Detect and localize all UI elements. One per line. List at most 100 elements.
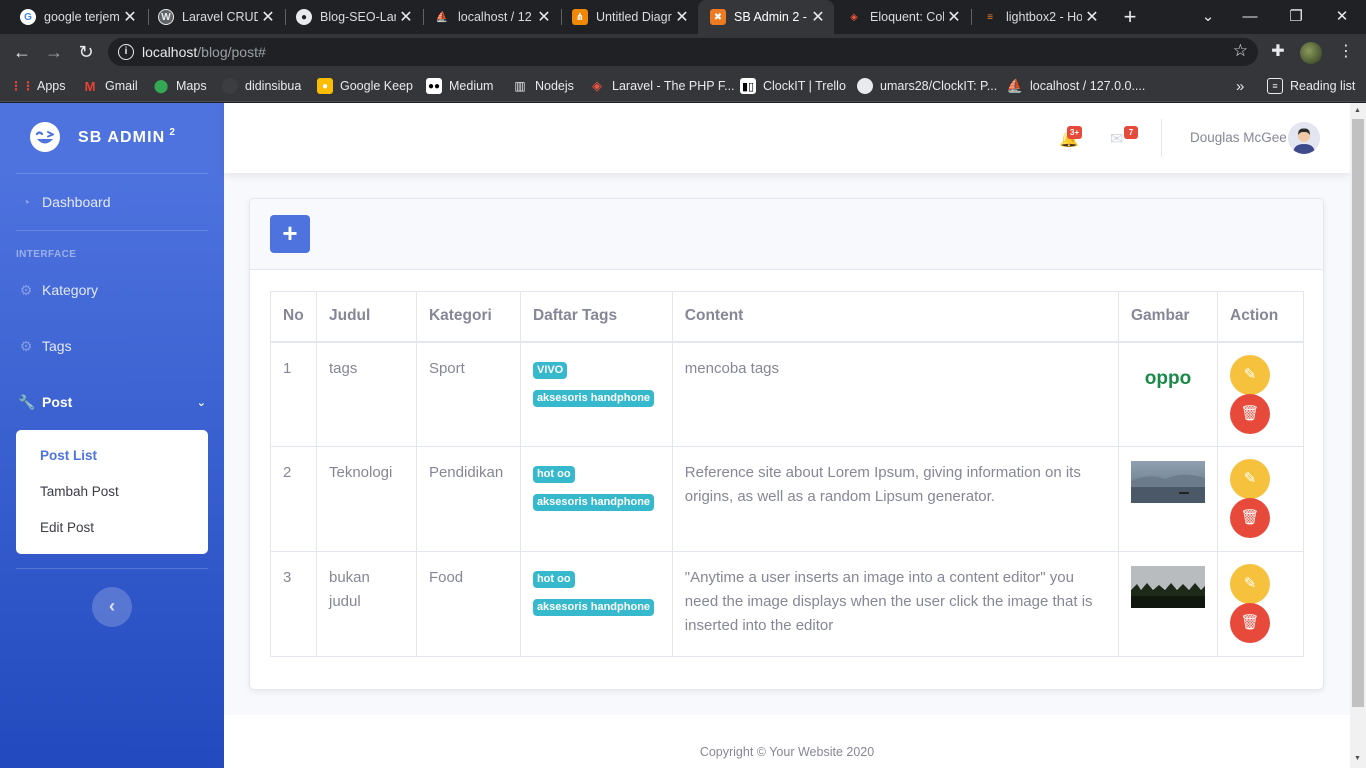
tag-badge: aksesoris handphone xyxy=(532,599,655,616)
bookmark-gmail[interactable]: M Gmail xyxy=(82,76,138,96)
close-window-button[interactable]: ✕ xyxy=(1322,4,1362,30)
submenu-edit-post[interactable]: Edit Post xyxy=(16,510,208,546)
sidebar-item-tags[interactable]: ⚙ Tags xyxy=(0,326,224,366)
browser-tab-active[interactable]: ✖ SB Admin 2 - ✕ xyxy=(698,0,834,34)
cell-kategori: Pendidikan xyxy=(415,446,521,552)
close-tab-icon[interactable]: ✕ xyxy=(672,7,692,27)
close-tab-icon[interactable]: ✕ xyxy=(808,7,828,27)
tag-badge: hot oo xyxy=(532,466,575,483)
close-tab-icon[interactable]: ✕ xyxy=(120,7,140,27)
browser-tab[interactable]: ⋔ Untitled Diagr ✕ xyxy=(560,0,698,34)
tachometer-icon: ◔ xyxy=(21,194,31,210)
close-tab-icon[interactable]: ✕ xyxy=(396,7,416,27)
post-list-card: + No Judul Kategori Daftar Tags Content … xyxy=(249,198,1324,690)
wordpress-icon: W xyxy=(158,9,174,25)
user-name[interactable]: Douglas McGee xyxy=(1190,130,1287,145)
submenu-tambah-post[interactable]: Tambah Post xyxy=(16,474,208,510)
edit-button[interactable]: ✎ xyxy=(1230,459,1270,499)
sidebar-item-dashboard[interactable]: ◔ Dashboard xyxy=(0,182,224,222)
restore-button[interactable]: ❐ xyxy=(1276,4,1316,30)
table-row: 2 Teknologi Pendidikan hot oo aksesoris … xyxy=(270,446,1304,552)
reading-list[interactable]: ≡ Reading list xyxy=(1267,76,1355,96)
cog-icon: ⚙ xyxy=(19,281,33,298)
tag-badge: aksesoris handphone xyxy=(532,494,655,511)
laravel-icon: ◈ xyxy=(592,78,602,93)
browser-tab[interactable]: ≡ lightbox2 - Ho ✕ xyxy=(970,0,1108,34)
browser-tab[interactable]: ◈ Eloquent: Coll ✕ xyxy=(834,0,970,34)
bookmarks-bar: ⋮⋮ Apps M Gmail ⬤ Maps didinsibua ● Goog… xyxy=(0,70,1366,102)
edit-icon: ✎ xyxy=(1243,470,1257,487)
tab-title: Blog-SEO-Lar xyxy=(320,10,396,24)
delete-button[interactable]: 🗑 xyxy=(1230,603,1270,643)
edit-button[interactable]: ✎ xyxy=(1230,354,1270,395)
menu-dots-icon[interactable]: ⋮ xyxy=(1334,40,1358,64)
page-scrollbar[interactable]: ▲ ▼ xyxy=(1350,103,1366,768)
edit-button[interactable]: ✎ xyxy=(1230,564,1270,604)
scroll-down-arrow-icon[interactable]: ▼ xyxy=(1354,755,1361,762)
delete-button[interactable]: 🗑 xyxy=(1230,498,1270,538)
forward-arrow-icon[interactable]: → xyxy=(40,38,68,66)
site-info-icon[interactable]: i xyxy=(118,44,134,60)
oppo-logo-image[interactable]: oppo xyxy=(1131,356,1205,399)
bookmark-didinsibua[interactable]: didinsibua xyxy=(222,76,301,96)
tab-title: google terjem xyxy=(44,10,120,24)
sidebar-item-label: Tags xyxy=(42,338,72,354)
close-tab-icon[interactable]: ✕ xyxy=(534,7,554,27)
browser-tab-strip: G google terjem ✕ W Laravel CRUD ✕ ● Blo… xyxy=(0,0,1366,34)
tab-title: SB Admin 2 - xyxy=(734,10,807,24)
github-icon xyxy=(857,78,873,94)
scroll-up-arrow-icon[interactable]: ▲ xyxy=(1354,107,1361,114)
bookmark-clockit-github[interactable]: umars28/ClockIT: P... xyxy=(857,76,997,96)
profile-avatar[interactable] xyxy=(1300,42,1322,64)
avatar[interactable] xyxy=(1288,122,1320,154)
back-arrow-icon[interactable]: ← xyxy=(8,38,36,66)
card-header: + xyxy=(250,199,1323,270)
bookmark-localhost[interactable]: ⛵ localhost / 127.0.0.... xyxy=(1007,76,1145,96)
post-table: No Judul Kategori Daftar Tags Content Ga… xyxy=(270,291,1304,657)
browser-tab[interactable]: ⛵ localhost / 12 ✕ xyxy=(422,0,560,34)
delete-button[interactable]: 🗑 xyxy=(1230,393,1270,434)
keep-bulb-icon: ● xyxy=(317,78,333,94)
submenu-post-list[interactable]: Post List xyxy=(16,438,208,474)
address-bar[interactable]: i localhost/blog/post# ☆ xyxy=(108,38,1258,66)
add-post-button[interactable]: + xyxy=(270,215,310,253)
browser-tab[interactable]: ● Blog-SEO-Lar ✕ xyxy=(284,0,422,34)
browser-tab[interactable]: W Laravel CRUD ✕ xyxy=(146,0,284,34)
bookmark-medium[interactable]: ●● Medium xyxy=(426,76,493,96)
tab-search-icon[interactable]: ⌄ xyxy=(1188,4,1228,30)
scrollbar-thumb[interactable] xyxy=(1352,119,1364,707)
bookmark-trello[interactable]: ▮▯ ClockIT | Trello xyxy=(740,76,846,96)
post-submenu: Post List Tambah Post Edit Post xyxy=(16,430,208,554)
bookmark-google-keep[interactable]: ● Google Keep xyxy=(317,76,413,96)
reload-icon[interactable]: ↻ xyxy=(72,38,100,66)
tab-title: Laravel CRUD xyxy=(182,10,258,24)
bookmark-maps[interactable]: ⬤ Maps xyxy=(153,76,207,96)
envelope-icon[interactable]: ✉ xyxy=(1110,129,1123,149)
column-header: Content xyxy=(671,291,1120,342)
sidebar-item-post[interactable]: 🔧 Post ⌄ xyxy=(0,382,224,422)
minimize-button[interactable]: — xyxy=(1230,4,1270,30)
extensions-icon[interactable]: ✚ xyxy=(1266,40,1290,64)
new-tab-button[interactable]: + xyxy=(1118,4,1142,30)
stackoverflow-icon: ≡ xyxy=(987,11,993,23)
bookmark-nodejs[interactable]: ▥ Nodejs xyxy=(512,76,574,96)
more-bookmarks-icon[interactable]: » xyxy=(1236,76,1244,96)
cell-tags: hot oo aksesoris handphone xyxy=(519,551,673,657)
sidebar-item-kategory[interactable]: ⚙ Kategory xyxy=(0,270,224,310)
column-header: Daftar Tags xyxy=(519,291,673,342)
bookmark-star-icon[interactable]: ☆ xyxy=(1233,41,1248,61)
grass-photo-image[interactable] xyxy=(1131,566,1205,608)
browser-tab[interactable]: G google terjem ✕ xyxy=(8,0,146,34)
close-tab-icon[interactable]: ✕ xyxy=(944,7,964,27)
lake-photo-image[interactable] xyxy=(1131,461,1205,503)
bookmark-apps[interactable]: ⋮⋮ Apps xyxy=(10,76,66,96)
sidebar-toggle-button[interactable]: ‹ xyxy=(92,587,132,627)
cell-action: ✎ 🗑 xyxy=(1217,446,1304,552)
close-tab-icon[interactable]: ✕ xyxy=(1082,7,1102,27)
close-tab-icon[interactable]: ✕ xyxy=(258,7,278,27)
bookmark-laravel[interactable]: ◈ Laravel - The PHP F... xyxy=(589,76,735,96)
sidebar-brand[interactable]: SB ADMIN 2 xyxy=(0,103,224,173)
book-icon: ▥ xyxy=(514,79,526,93)
trello-icon: ▮▯ xyxy=(740,78,756,94)
sidebar-item-label: Kategory xyxy=(42,282,99,298)
